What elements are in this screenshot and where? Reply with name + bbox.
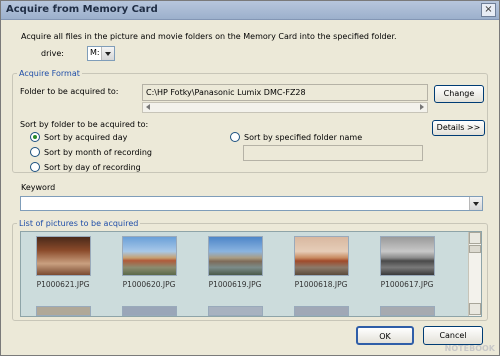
thumbnail-image[interactable] [294,236,349,276]
thumbnail-caption: P1000621.JPG [36,280,90,289]
thumbnail-image[interactable] [122,306,177,316]
scroll-up-icon[interactable] [469,232,481,244]
thumbnail-image[interactable] [208,306,263,316]
title-bar[interactable]: Acquire from Memory Card × [1,1,499,20]
details-button[interactable]: Details >> [432,120,485,136]
thumbnail-image[interactable] [380,236,435,276]
sort-day-label: Sort by day of recording [44,163,141,172]
window-title: Acquire from Memory Card [6,4,158,15]
scroll-thumb[interactable] [469,245,481,253]
acquire-format-label: Acquire Format [17,69,82,78]
thumbnail-image[interactable] [294,306,349,316]
cancel-button[interactable]: Cancel [423,326,483,345]
pictures-label: List of pictures to be acquired [17,219,141,228]
change-button[interactable]: Change [434,85,484,103]
radio-acquired-day[interactable] [30,132,40,142]
acquire-dialog: Acquire from Memory Card × Acquire all f… [0,0,500,356]
drive-value: M: [90,48,100,57]
radio-month-of-recording[interactable] [30,147,40,157]
folder-path-scrollbar[interactable] [142,102,428,113]
radio-day-of-recording[interactable] [30,162,40,172]
ok-button[interactable]: OK [356,326,414,345]
watermark-logo: NOTEBOOK [444,344,495,353]
sort-label: Sort by folder to be acquired to: [20,120,149,129]
thumbnail-caption: P1000619.JPG [208,280,262,289]
close-icon[interactable]: × [481,3,496,17]
sort-month-label: Sort by month of recording [44,148,152,157]
thumbnail-image[interactable] [36,236,91,276]
sort-folder-name-label: Sort by specified folder name [244,133,363,142]
thumbnail-image[interactable] [122,236,177,276]
folder-path: C:\HP Fotky\Panasonic Lumix DMC-FZ28 [146,88,306,97]
scroll-down-icon[interactable] [469,303,481,315]
thumbnail-image[interactable] [380,306,435,316]
keyword-select[interactable] [20,196,483,211]
drive-select[interactable]: M: [87,46,115,61]
thumbnail-caption: P1000617.JPG [380,280,434,289]
folder-name-field[interactable] [243,145,423,161]
folder-label: Folder to be acquired to: [20,87,119,96]
intro-text: Acquire all files in the picture and mov… [21,32,397,41]
thumbnail-caption: P1000618.JPG [294,280,348,289]
picture-list[interactable]: P1000621.JPG P1000620.JPG P1000619.JPG P… [20,231,482,317]
picture-list-scrollbar[interactable] [468,232,481,316]
sort-acquired-day-label: Sort by acquired day [44,133,128,142]
thumbnail-image[interactable] [36,306,91,316]
folder-path-field: C:\HP Fotky\Panasonic Lumix DMC-FZ28 [142,84,428,101]
radio-specified-folder[interactable] [230,132,240,142]
scroll-left-icon[interactable] [146,104,150,110]
scroll-right-icon[interactable] [420,104,424,110]
drive-label: drive: [41,49,64,58]
chevron-down-icon[interactable] [101,47,114,60]
thumbnail-caption: P1000620.JPG [122,280,176,289]
thumbnail-image[interactable] [208,236,263,276]
chevron-down-icon[interactable] [469,197,482,210]
keyword-label: Keyword [21,183,56,192]
